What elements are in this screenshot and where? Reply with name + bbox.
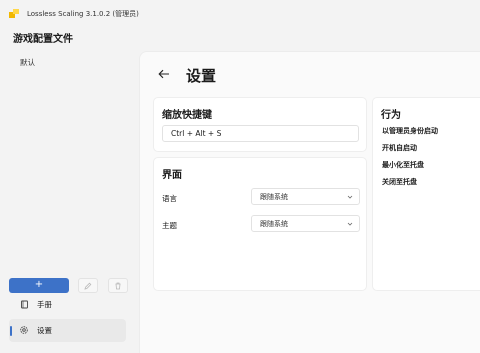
interface-title: 界面 xyxy=(162,170,182,181)
language-label: 语言 xyxy=(162,194,177,203)
nav-item-settings[interactable]: 设置 xyxy=(9,319,126,342)
nav-item-manual[interactable]: 手册 xyxy=(9,293,126,316)
chevron-down-icon xyxy=(347,222,353,226)
back-button[interactable] xyxy=(157,67,171,81)
hotkey-input[interactable]: Ctrl + Alt + S xyxy=(162,125,359,142)
selection-indicator xyxy=(10,326,12,336)
window-title: Lossless Scaling 3.1.0.2 (管理员) xyxy=(27,10,139,18)
hotkey-title: 缩放快捷键 xyxy=(162,110,212,121)
delete-profile-button[interactable] xyxy=(108,278,128,293)
pencil-icon xyxy=(84,282,92,290)
book-icon xyxy=(19,299,29,309)
gear-icon xyxy=(19,325,29,335)
theme-value: 跟随系统 xyxy=(260,220,288,228)
page-title: 设置 xyxy=(186,67,217,85)
language-value: 跟随系统 xyxy=(260,193,288,201)
add-profile-button[interactable]: + xyxy=(9,278,69,293)
chevron-down-icon xyxy=(347,195,353,199)
hotkey-card: 缩放快捷键 Ctrl + Alt + S xyxy=(153,97,367,152)
minimize-to-tray-option[interactable]: 最小化至托盘 xyxy=(382,160,424,170)
trash-icon xyxy=(115,282,121,289)
start-on-boot-option[interactable]: 开机自启动 xyxy=(382,143,417,153)
edit-profile-button[interactable] xyxy=(78,278,98,293)
nav-label-settings: 设置 xyxy=(37,326,52,335)
behavior-card: 行为 以管理员身份启动 开机自启动 最小化至托盘 关闭至托盘 xyxy=(372,97,480,291)
profile-item-default[interactable]: 默认 xyxy=(20,57,35,68)
sidebar-title: 游戏配置文件 xyxy=(13,34,73,45)
title-bar: Lossless Scaling 3.1.0.2 (管理员) xyxy=(0,0,480,24)
theme-select[interactable]: 跟随系统 xyxy=(251,215,360,232)
settings-page: 设置 缩放快捷键 Ctrl + Alt + S 界面 语言 跟随系统 主题 跟随… xyxy=(139,51,480,353)
interface-card: 界面 语言 跟随系统 主题 跟随系统 xyxy=(153,157,367,291)
language-select[interactable]: 跟随系统 xyxy=(251,188,360,205)
app-logo-icon xyxy=(9,9,19,18)
behavior-title: 行为 xyxy=(381,110,401,121)
nav-label-manual: 手册 xyxy=(37,300,52,309)
close-to-tray-option[interactable]: 关闭至托盘 xyxy=(382,177,417,187)
run-as-admin-option[interactable]: 以管理员身份启动 xyxy=(382,126,438,136)
theme-label: 主题 xyxy=(162,221,177,230)
arrow-left-icon xyxy=(158,69,169,79)
